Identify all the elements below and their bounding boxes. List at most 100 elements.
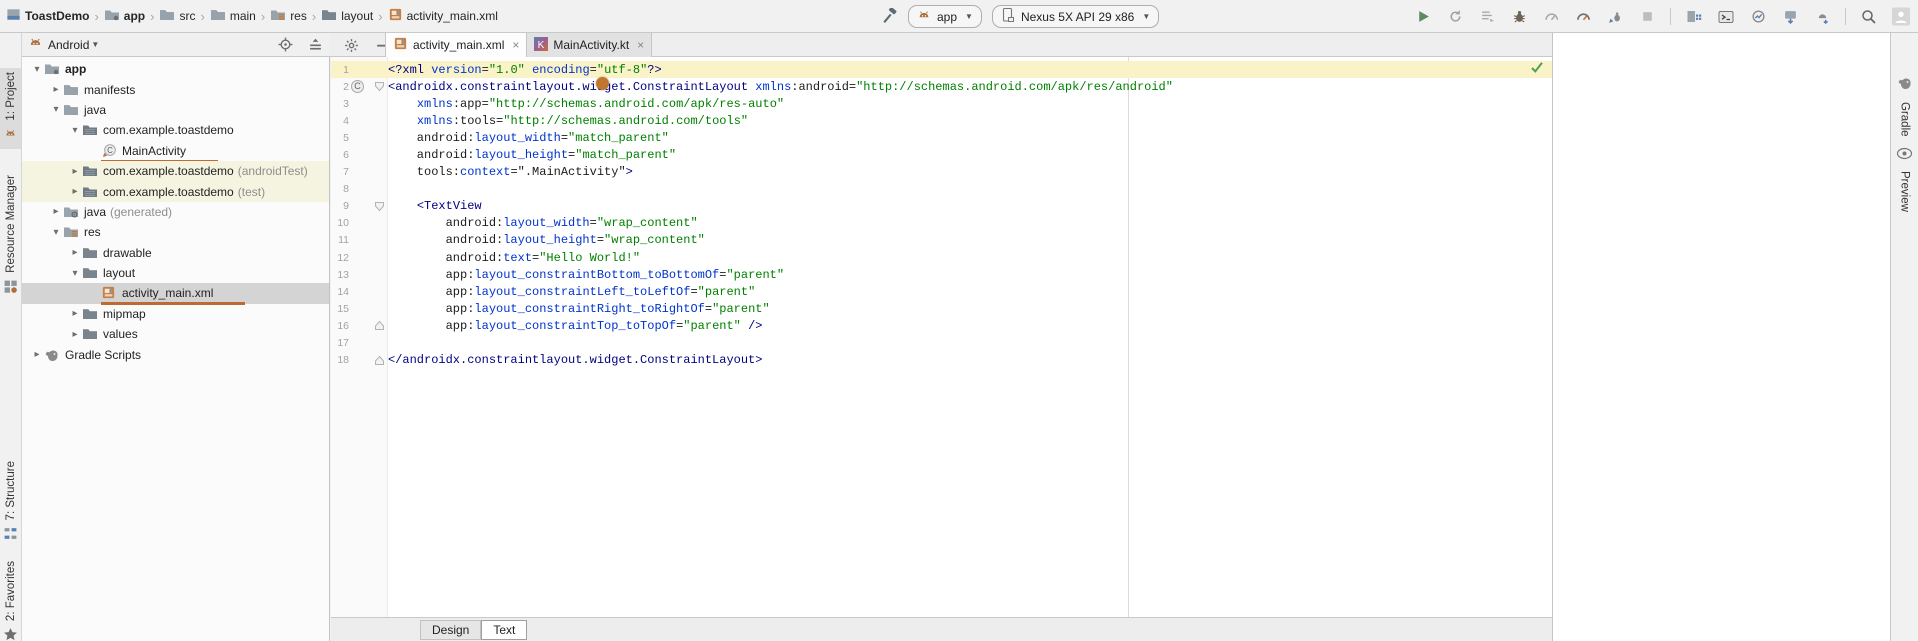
code-line-15[interactable]: 15 app:layout_constraintRight_toRightOf=…	[331, 300, 1552, 317]
breadcrumb-item-src[interactable]: src	[159, 7, 195, 26]
line-number: 15	[331, 303, 349, 315]
code-line-2[interactable]: 2C<androidx.constraintlayout.widget.Cons…	[331, 78, 1552, 95]
apply-code-changes-icon[interactable]	[1478, 8, 1496, 26]
tree-item-com-example-toastdemo[interactable]: ▸com.example.toastdemo(androidTest)	[22, 161, 329, 181]
code-line-10[interactable]: 10 android:layout_width="wrap_content"	[331, 215, 1552, 232]
tree-collapse-arrow-icon[interactable]: ▸	[49, 84, 63, 95]
device-selector[interactable]: Nexus 5X API 29 x86 ▼	[992, 5, 1159, 28]
tool-stripe-preview[interactable]: Preview	[1891, 143, 1918, 216]
tree-item-app[interactable]: ▾app	[22, 59, 329, 79]
locate-icon[interactable]	[276, 36, 294, 54]
code-line-4[interactable]: 4 xmlns:tools="http://schemas.android.co…	[331, 112, 1552, 129]
code-editor[interactable]: 1<?xml version="1.0" encoding="utf-8"?>2…	[331, 57, 1552, 617]
tree-collapse-arrow-icon[interactable]: ▸	[68, 247, 82, 258]
tree-item-com-example-toastdemo[interactable]: ▾com.example.toastdemo	[22, 120, 329, 140]
code-line-13[interactable]: 13 app:layout_constraintBottom_toBottomO…	[331, 266, 1552, 283]
code-line-14[interactable]: 14 app:layout_constraintLeft_toLeftOf="p…	[331, 283, 1552, 300]
remote-cursor-indicator	[596, 77, 609, 90]
breadcrumb-item-activity_main.xml[interactable]: activity_main.xml	[388, 7, 498, 25]
close-icon[interactable]: ×	[637, 38, 644, 52]
tool-stripe----project[interactable]: 1: Project	[0, 68, 21, 149]
editor-mode-tab-design[interactable]: Design	[420, 620, 481, 640]
folder-icon	[159, 7, 175, 26]
code-line-9[interactable]: 9 <TextView	[331, 198, 1552, 215]
tree-collapse-arrow-icon[interactable]: ▸	[68, 329, 82, 340]
run-icon[interactable]	[1414, 8, 1432, 26]
avd-manager-icon[interactable]	[1813, 8, 1831, 26]
tree-collapse-arrow-icon[interactable]: ▸	[68, 308, 82, 319]
fold-down-icon[interactable]	[374, 201, 385, 216]
tree-item-layout[interactable]: ▾layout	[22, 263, 329, 283]
code-line-18[interactable]: 18</androidx.constraintlayout.widget.Con…	[331, 352, 1552, 369]
tree-item-gradle-scripts[interactable]: ▸Gradle Scripts	[22, 344, 329, 364]
code-line-12[interactable]: 12 android:text="Hello World!"	[331, 249, 1552, 266]
code-line-7[interactable]: 7 tools:context=".MainActivity">	[331, 164, 1552, 181]
tree-expand-arrow-icon[interactable]: ▾	[30, 64, 44, 75]
run-config-label: app	[937, 10, 957, 24]
close-icon[interactable]: ×	[512, 38, 519, 52]
code-line-8[interactable]: 8	[331, 181, 1552, 198]
tree-collapse-arrow-icon[interactable]: ▸	[68, 166, 82, 177]
debug-icon[interactable]	[1510, 8, 1528, 26]
tool-stripe-resource-manager[interactable]: Resource Manager	[0, 171, 21, 303]
fold-up-icon[interactable]	[374, 320, 385, 335]
tool-stripe----structure[interactable]: 7: Structure	[0, 457, 21, 550]
avatar-icon[interactable]	[1892, 8, 1910, 26]
settings-icon[interactable]	[342, 36, 360, 54]
tree-item-mainactivity[interactable]: CMainActivity	[22, 141, 329, 161]
tree-item-drawable[interactable]: ▸drawable	[22, 243, 329, 263]
editor-tab-activity-main-xml[interactable]: activity_main.xml×	[385, 33, 527, 57]
collapse-all-icon[interactable]	[306, 36, 324, 54]
build-hammer-icon[interactable]	[880, 8, 898, 26]
run-config-selector[interactable]: app ▼	[908, 5, 982, 28]
sdk-manager-icon[interactable]	[1781, 8, 1799, 26]
code-line-1[interactable]: 1<?xml version="1.0" encoding="utf-8"?>	[331, 61, 1552, 78]
breadcrumb-item-main[interactable]: main	[210, 7, 256, 26]
breadcrumb-item-layout[interactable]: layout	[321, 7, 373, 26]
tree-item-activity-main-xml[interactable]: activity_main.xml	[22, 283, 329, 303]
tool-stripe-gradle[interactable]: Gradle	[1891, 71, 1918, 141]
breadcrumb-item-app[interactable]: app	[104, 7, 145, 26]
main-toolbar: ToastDemo›app›src›main›res›layout›activi…	[0, 0, 1918, 33]
breadcrumb-item-ToastDemo[interactable]: ToastDemo	[6, 7, 89, 25]
tree-collapse-arrow-icon[interactable]: ▸	[68, 186, 82, 197]
tree-expand-arrow-icon[interactable]: ▾	[49, 227, 63, 238]
line-number: 18	[331, 354, 349, 366]
fold-down-icon[interactable]	[374, 81, 385, 96]
tree-expand-arrow-icon[interactable]: ▾	[49, 104, 63, 115]
editor-tab-mainactivity-kt[interactable]: KMainActivity.kt×	[527, 33, 652, 57]
code-line-11[interactable]: 11 android:layout_height="wrap_content"	[331, 232, 1552, 249]
tree-item-manifests[interactable]: ▸manifests	[22, 79, 329, 99]
stop-icon[interactable]	[1638, 8, 1656, 26]
tree-item-res[interactable]: ▾res	[22, 222, 329, 242]
class-gutter-badge[interactable]: C	[351, 80, 364, 93]
code-line-6[interactable]: 6 android:layout_height="match_parent"	[331, 146, 1552, 163]
logcat-icon[interactable]	[1717, 8, 1735, 26]
project-view-selector[interactable]: Android	[48, 38, 89, 52]
tree-item-values[interactable]: ▸values	[22, 324, 329, 344]
code-line-5[interactable]: 5 android:layout_width="match_parent"	[331, 129, 1552, 146]
tool-stripe----favorites[interactable]: 2: Favorites	[0, 557, 21, 641]
attach-profiler-icon[interactable]	[1542, 8, 1560, 26]
tree-item-mipmap[interactable]: ▸mipmap	[22, 304, 329, 324]
breadcrumb-item-res[interactable]: res	[270, 7, 307, 26]
code-line-16[interactable]: 16 app:layout_constraintTop_toTopOf="par…	[331, 317, 1552, 334]
apply-changes-icon[interactable]	[1446, 8, 1464, 26]
editor-mode-tab-text[interactable]: Text	[481, 620, 527, 640]
code-line-3[interactable]: 3 xmlns:app="http://schemas.android.com/…	[331, 95, 1552, 112]
tree-collapse-arrow-icon[interactable]: ▸	[30, 349, 44, 360]
search-everywhere-icon[interactable]	[1860, 8, 1878, 26]
profile-icon[interactable]	[1574, 8, 1592, 26]
attach-debugger-icon[interactable]	[1606, 8, 1624, 26]
tree-item-java[interactable]: ▾java	[22, 100, 329, 120]
code-line-17[interactable]: 17	[331, 335, 1552, 352]
fold-up-icon[interactable]	[374, 355, 385, 370]
device-manager-icon[interactable]	[1685, 8, 1703, 26]
tree-collapse-arrow-icon[interactable]: ▸	[49, 206, 63, 217]
tree-item-com-example-toastdemo[interactable]: ▸com.example.toastdemo(test)	[22, 181, 329, 201]
tree-expand-arrow-icon[interactable]: ▾	[68, 268, 82, 279]
tree-item-java[interactable]: ▸java(generated)	[22, 202, 329, 222]
profiler-icon[interactable]	[1749, 8, 1767, 26]
tree-expand-arrow-icon[interactable]: ▾	[68, 125, 82, 136]
inspection-ok-checkmark-icon[interactable]	[1530, 60, 1544, 79]
